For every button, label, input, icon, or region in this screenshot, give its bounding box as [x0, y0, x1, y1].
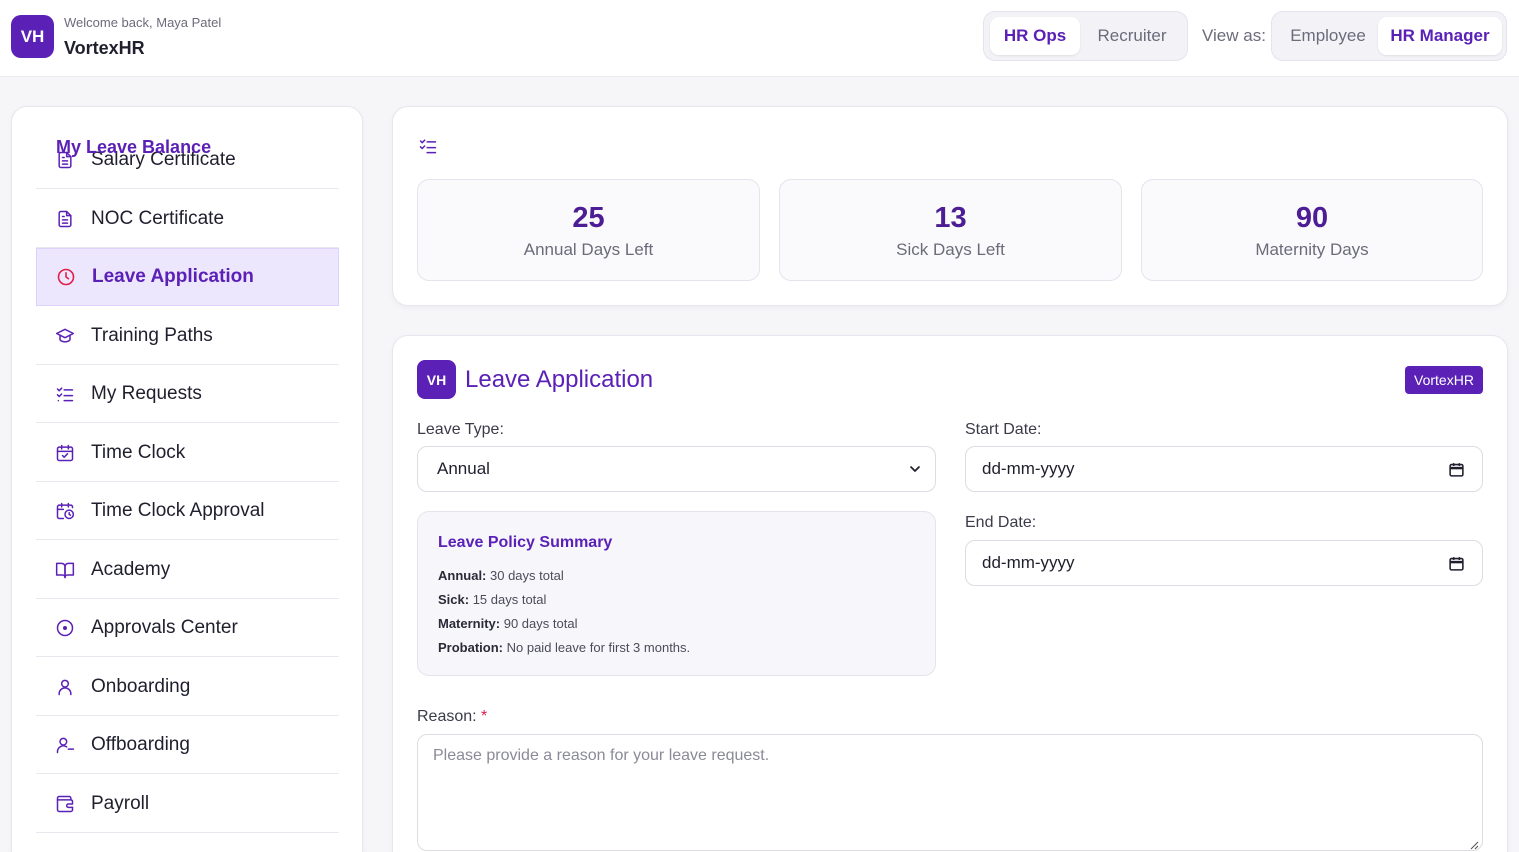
policy-value: 30 days total: [486, 568, 564, 583]
view-as-label: View as:: [1202, 26, 1266, 45]
sidebar-item-my-requests[interactable]: My Requests: [36, 365, 339, 423]
stat-value: 25: [572, 202, 605, 234]
calendar-icon[interactable]: [1448, 555, 1465, 572]
start-date-label: Start Date:: [965, 421, 1042, 438]
policy-value: 15 days total: [469, 592, 547, 607]
leave-type-select[interactable]: Annual: [417, 446, 936, 492]
policy-row-annual: Annual: 30 days total: [438, 568, 564, 583]
view-as-switcher: Employee HR Manager: [1271, 11, 1507, 61]
resize-handle-icon[interactable]: [1469, 837, 1479, 850]
policy-key: Maternity:: [438, 616, 501, 631]
reason-placeholder: Please provide a reason for your leave r…: [433, 747, 770, 764]
top-header: VH Welcome back, Maya Patel VortexHR HR …: [0, 0, 1519, 77]
app-logo[interactable]: VH: [11, 15, 54, 58]
sidebar-item-label: Onboarding: [91, 675, 191, 697]
policy-key: Annual:: [438, 568, 487, 583]
calendar-icon[interactable]: [1448, 461, 1465, 478]
sidebar-item-offboarding[interactable]: Offboarding: [36, 716, 339, 774]
sidebar-item-label: Time Clock: [91, 441, 186, 463]
view-as-employee[interactable]: Employee: [1278, 17, 1378, 55]
clock-icon: [56, 267, 76, 287]
brand-name: VortexHR: [64, 38, 145, 58]
leave-type-label: Leave Type:: [417, 421, 504, 438]
policy-title: Leave Policy Summary: [438, 534, 613, 551]
reason-label: Reason: *: [417, 708, 487, 726]
policy-value: No paid leave for first 3 months.: [503, 640, 691, 655]
stat-label: Sick Days Left: [896, 240, 1005, 259]
stat-sick: 13 Sick Days Left: [779, 179, 1122, 281]
sidebar-item-label: Academy: [91, 558, 171, 580]
sidebar-item-label: Approvals Center: [91, 616, 238, 638]
sidebar-item-label: My Requests: [91, 382, 202, 404]
workspace-tab-recruiter[interactable]: Recruiter: [1084, 17, 1180, 55]
sidebar-item-academy[interactable]: Academy: [36, 541, 339, 599]
welcome-text: Welcome back, Maya Patel: [64, 15, 222, 30]
sidebar-item-label: Leave Application: [92, 266, 254, 287]
workspace-switcher: HR Ops Recruiter: [983, 11, 1188, 61]
checklist-icon: [417, 136, 439, 156]
reason-label-text: Reason:: [417, 708, 477, 725]
policy-key: Probation:: [438, 640, 503, 655]
start-date-input[interactable]: dd-mm-yyyy: [965, 446, 1483, 492]
sidebar-item-time-clock[interactable]: Time Clock: [36, 424, 339, 482]
reason-textarea[interactable]: Please provide a reason for your leave r…: [417, 734, 1483, 851]
calendar-check-icon: [55, 443, 75, 463]
user-minus-icon: [55, 735, 75, 755]
sidebar-item-leave-application[interactable]: Leave Application: [36, 248, 339, 306]
circle-dot-icon: [55, 618, 75, 638]
workspace-tab-hr-ops[interactable]: HR Ops: [990, 17, 1080, 55]
end-date-label: End Date:: [965, 514, 1037, 531]
required-mark: *: [481, 708, 488, 725]
stat-label: Maternity Days: [1255, 240, 1369, 259]
leave-policy-summary: Leave Policy Summary Annual: 30 days tot…: [417, 511, 936, 676]
start-date-value: dd-mm-yyyy: [982, 459, 1075, 478]
book-icon: [55, 560, 75, 580]
sidebar-item-label: Payroll: [91, 792, 150, 814]
sidebar: Salary Certificate NOC Certificate Leave…: [11, 106, 363, 852]
policy-row-maternity: Maternity: 90 days total: [438, 616, 577, 631]
chevron-down-icon: [907, 461, 923, 477]
sidebar-item-onboarding[interactable]: Onboarding: [36, 658, 339, 716]
checklist-icon: [55, 384, 75, 404]
wallet-icon: [55, 794, 75, 814]
document-icon: [55, 209, 75, 229]
policy-value: 90 days total: [500, 616, 578, 631]
end-date-input[interactable]: dd-mm-yyyy: [965, 540, 1483, 586]
graduation-cap-icon: [55, 326, 75, 346]
sidebar-item-training-paths[interactable]: Training Paths: [36, 307, 339, 365]
sidebar-item-noc-certificate[interactable]: NOC Certificate: [36, 190, 339, 248]
sidebar-item-label: NOC Certificate: [91, 207, 225, 229]
view-as-hr-manager[interactable]: HR Manager: [1378, 17, 1502, 55]
form-title: Leave Application: [465, 366, 654, 393]
calendar-clock-icon: [55, 501, 75, 521]
sidebar-item-label: Offboarding: [91, 733, 190, 755]
policy-row-sick: Sick: 15 days total: [438, 592, 546, 607]
sidebar-item-payroll[interactable]: Payroll: [36, 775, 339, 833]
stat-value: 90: [1295, 202, 1329, 234]
policy-key: Sick:: [438, 592, 470, 607]
policy-row-probation: Probation: No paid leave for first 3 mon…: [438, 640, 690, 655]
form-logo: VH: [417, 360, 456, 399]
brand-badge: VortexHR: [1405, 366, 1483, 394]
stat-maternity: 90 Maternity Days: [1141, 179, 1483, 281]
end-date-value: dd-mm-yyyy: [982, 553, 1075, 572]
sidebar-item-approvals-center[interactable]: Approvals Center: [36, 599, 339, 657]
leave-balance-title: My Leave Balance: [56, 137, 212, 157]
sidebar-item-label: Time Clock Approval: [91, 499, 265, 521]
stat-label: Annual Days Left: [523, 240, 654, 259]
leave-type-value: Annual: [437, 459, 490, 478]
sidebar-item-time-clock-approval[interactable]: Time Clock Approval: [36, 482, 339, 540]
sidebar-item-label: Training Paths: [91, 324, 213, 346]
user-icon: [55, 677, 75, 697]
stat-annual: 25 Annual Days Left: [417, 179, 760, 281]
stat-value: 13: [934, 202, 967, 234]
